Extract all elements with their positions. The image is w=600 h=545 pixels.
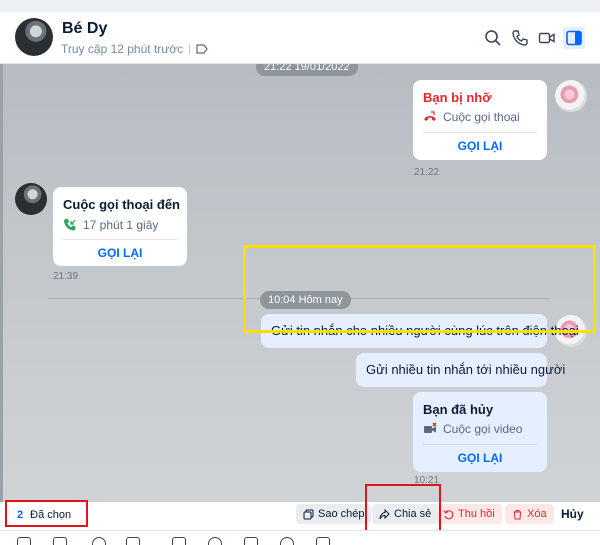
video-call-icon[interactable] [536,27,558,49]
delete-label: Xóa [527,508,547,520]
missed-call-type: Cuộc gọi thoại [443,110,520,124]
cancel-label: Hủy [561,507,584,521]
tag-icon[interactable] [196,44,208,54]
last-seen-text: Truy cập 12 phút trước [61,42,184,56]
copy-icon [303,509,314,519]
screenshot-icon[interactable] [126,537,140,545]
incoming-call-title: Cuộc gọi thoại đến [63,197,180,212]
search-icon[interactable] [482,27,504,49]
chat-scroll-edge [0,64,3,502]
sticker-icon[interactable] [17,537,31,545]
missed-call-title: Bạn bị nhỡ [423,90,492,105]
my-avatar[interactable] [555,80,587,112]
incoming-call-card[interactable]: Cuộc gọi thoại đến 17 phút 1 giây GỌI LẠ… [53,187,187,266]
cancelled-video-type: Cuộc gọi video [443,422,523,436]
cancelled-video-title: Bạn đã hủy [423,402,494,417]
call-back-button[interactable]: GỌI LẠI [53,246,187,260]
card-separator [63,239,177,240]
recall-button[interactable]: Thu hồi [436,504,502,524]
incoming-call-icon [64,219,76,231]
selected-messages-highlight [243,245,596,333]
format-icon[interactable] [280,537,294,545]
contact-avatar-small[interactable] [15,183,47,215]
video-call-cancelled-icon [424,422,437,433]
window-top-strip [0,0,600,12]
contact-name[interactable]: Bé Dy [62,20,107,38]
call-back-button[interactable]: GỌI LẠI [413,451,547,465]
missed-call-card[interactable]: Bạn bị nhỡ Cuộc gọi thoại GỌI LẠI [413,80,547,160]
missed-call-subtitle: Cuộc gọi thoại [423,110,520,124]
sidebar-toggle-icon[interactable] [563,27,585,49]
chat-header: Bé Dy Truy cập 12 phút trước [0,12,600,64]
attach-icon[interactable] [92,537,106,545]
recall-label: Thu hồi [458,508,495,520]
cancel-selection-button[interactable]: Hủy [554,504,591,524]
call-duration: 17 phút 1 giây [83,218,159,232]
trash-icon [513,509,522,519]
copy-label: Sao chép [318,508,365,520]
missed-call-icon [424,111,436,121]
contact-avatar[interactable] [15,18,53,56]
message-bubble-selected[interactable]: Gửi nhiều tin nhắn tới nhiều người [356,353,565,387]
more-icon[interactable] [316,537,330,545]
message-time: 21:22 [414,167,440,178]
card-separator [423,444,537,445]
business-card-icon[interactable] [172,537,186,545]
status-separator [189,44,191,54]
annotation-box-selected-count [5,500,88,527]
composer-toolbar [0,530,600,545]
contact-status: Truy cập 12 phút trước [61,42,208,56]
copy-button[interactable]: Sao chép [296,504,372,524]
todo-icon[interactable] [244,537,258,545]
card-separator [423,132,537,133]
cancelled-video-subtitle: Cuộc gọi video [423,422,522,436]
cancelled-video-card[interactable]: Bạn đã hủy Cuộc gọi video GỌI LẠI [413,392,547,472]
call-back-button[interactable]: GỌI LẠI [413,139,547,153]
phone-icon[interactable] [509,27,531,49]
message-time: 21:39 [53,271,79,282]
delete-button[interactable]: Xóa [505,504,554,524]
recall-icon [443,509,454,519]
reminder-icon[interactable] [208,537,222,545]
incoming-call-subtitle: 17 phút 1 giây [63,218,158,232]
image-icon[interactable] [53,537,67,545]
time-pill-top: 21:22 19/01/2022 [256,64,358,76]
